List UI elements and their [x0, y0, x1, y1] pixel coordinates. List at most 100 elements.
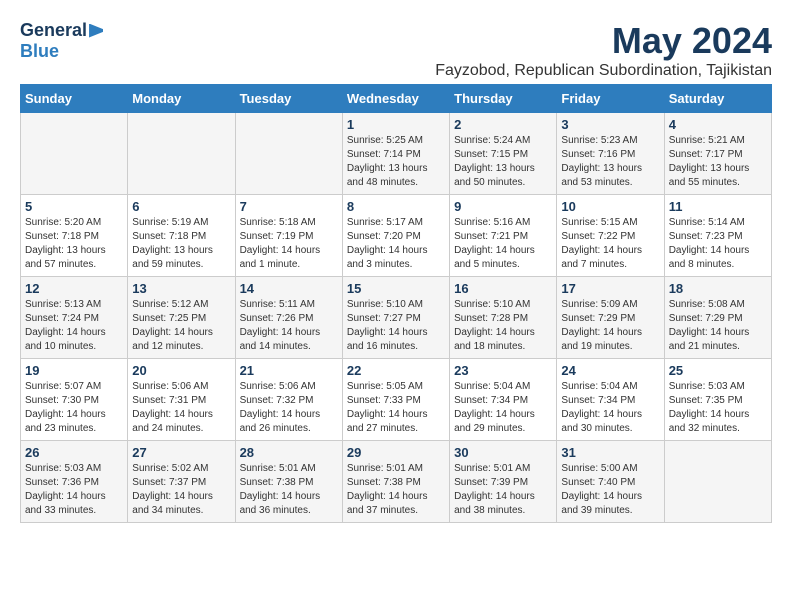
- calendar-cell: 5 Sunrise: 5:20 AM Sunset: 7:18 PM Daylig…: [21, 195, 128, 277]
- calendar-cell: 6Sunrise: 5:19 AM Sunset: 7:18 PM Daylig…: [128, 195, 235, 277]
- day-number: 29: [347, 445, 445, 460]
- day-info: Sunrise: 5:06 AM Sunset: 7:32 PM Dayligh…: [240, 380, 338, 436]
- day-info: Sunrise: 5:14 AM Sunset: 7:23 PM Dayligh…: [669, 216, 767, 272]
- week-row-1: 5 Sunrise: 5:20 AM Sunset: 7:18 PM Daylig…: [21, 195, 772, 277]
- day-info: Sunrise: 5:04 AM Sunset: 7:34 PM Dayligh…: [561, 380, 659, 436]
- header-wednesday: Wednesday: [342, 85, 449, 113]
- logo: General Blue: [20, 20, 103, 62]
- day-info: Sunrise: 5:03 AM Sunset: 7:36 PM Dayligh…: [25, 462, 123, 518]
- day-info: Sunrise: 5:06 AM Sunset: 7:31 PM Dayligh…: [132, 380, 230, 436]
- day-number: 9: [454, 199, 552, 214]
- calendar-cell: 12Sunrise: 5:13 AM Sunset: 7:24 PM Dayli…: [21, 277, 128, 359]
- day-number: 3: [561, 117, 659, 132]
- day-number: 30: [454, 445, 552, 460]
- day-info: Sunrise: 5:13 AM Sunset: 7:24 PM Dayligh…: [25, 298, 123, 354]
- calendar-cell: 17 Sunrise: 5:09 AM Sunset: 7:29 PM Dayli…: [557, 277, 664, 359]
- day-info: Sunrise: 5:00 AM Sunset: 7:40 PM Dayligh…: [561, 462, 659, 518]
- day-info: Sunrise: 5:05 AM Sunset: 7:33 PM Dayligh…: [347, 380, 445, 436]
- calendar-table: SundayMondayTuesdayWednesdayThursdayFrid…: [20, 84, 772, 523]
- day-number: 25: [669, 363, 767, 378]
- logo-blue-text: Blue: [20, 41, 59, 61]
- calendar-cell: 21Sunrise: 5:06 AM Sunset: 7:32 PM Dayli…: [235, 359, 342, 441]
- day-info: Sunrise: 5:11 AM Sunset: 7:26 PM Dayligh…: [240, 298, 338, 354]
- day-number: 10: [561, 199, 659, 214]
- week-row-4: 26 Sunrise: 5:03 AM Sunset: 7:36 PM Dayli…: [21, 441, 772, 523]
- day-number: 11: [669, 199, 767, 214]
- calendar-cell: 19Sunrise: 5:07 AM Sunset: 7:30 PM Dayli…: [21, 359, 128, 441]
- calendar-cell: 4Sunrise: 5:21 AM Sunset: 7:17 PM Daylig…: [664, 113, 771, 195]
- calendar-cell: 26 Sunrise: 5:03 AM Sunset: 7:36 PM Dayli…: [21, 441, 128, 523]
- day-number: 20: [132, 363, 230, 378]
- day-info: Sunrise: 5:01 AM Sunset: 7:38 PM Dayligh…: [240, 462, 338, 518]
- day-number: 31: [561, 445, 659, 460]
- calendar-cell: 8 Sunrise: 5:17 AM Sunset: 7:20 PM Daylig…: [342, 195, 449, 277]
- day-number: 15: [347, 281, 445, 296]
- calendar-cell: 11 Sunrise: 5:14 AM Sunset: 7:23 PM Dayli…: [664, 195, 771, 277]
- subtitle: Fayzobod, Republican Subordination, Taji…: [435, 62, 772, 80]
- day-number: 8: [347, 199, 445, 214]
- day-info: Sunrise: 5:21 AM Sunset: 7:17 PM Dayligh…: [669, 134, 767, 190]
- day-info: Sunrise: 5:17 AM Sunset: 7:20 PM Dayligh…: [347, 216, 445, 272]
- day-number: 2: [454, 117, 552, 132]
- calendar-body: 1 Sunrise: 5:25 AM Sunset: 7:14 PM Daylig…: [21, 113, 772, 523]
- day-number: 1: [347, 117, 445, 132]
- day-number: 14: [240, 281, 338, 296]
- day-info: Sunrise: 5:02 AM Sunset: 7:37 PM Dayligh…: [132, 462, 230, 518]
- day-number: 7: [240, 199, 338, 214]
- day-info: Sunrise: 5:20 AM Sunset: 7:18 PM Dayligh…: [25, 216, 123, 272]
- calendar-cell: 14 Sunrise: 5:11 AM Sunset: 7:26 PM Dayli…: [235, 277, 342, 359]
- header-friday: Friday: [557, 85, 664, 113]
- header-monday: Monday: [128, 85, 235, 113]
- calendar-cell: 13 Sunrise: 5:12 AM Sunset: 7:25 PM Dayli…: [128, 277, 235, 359]
- day-number: 28: [240, 445, 338, 460]
- day-number: 5: [25, 199, 123, 214]
- header-thursday: Thursday: [450, 85, 557, 113]
- day-info: Sunrise: 5:01 AM Sunset: 7:39 PM Dayligh…: [454, 462, 552, 518]
- day-info: Sunrise: 5:03 AM Sunset: 7:35 PM Dayligh…: [669, 380, 767, 436]
- day-info: Sunrise: 5:24 AM Sunset: 7:15 PM Dayligh…: [454, 134, 552, 190]
- calendar-cell: 28 Sunrise: 5:01 AM Sunset: 7:38 PM Dayli…: [235, 441, 342, 523]
- day-number: 13: [132, 281, 230, 296]
- calendar-cell: 24 Sunrise: 5:04 AM Sunset: 7:34 PM Dayli…: [557, 359, 664, 441]
- calendar-cell: 25 Sunrise: 5:03 AM Sunset: 7:35 PM Dayli…: [664, 359, 771, 441]
- day-number: 17: [561, 281, 659, 296]
- day-info: Sunrise: 5:25 AM Sunset: 7:14 PM Dayligh…: [347, 134, 445, 190]
- header-saturday: Saturday: [664, 85, 771, 113]
- title-area: May 2024 Fayzobod, Republican Subordinat…: [435, 20, 772, 80]
- day-info: Sunrise: 5:16 AM Sunset: 7:21 PM Dayligh…: [454, 216, 552, 272]
- day-info: Sunrise: 5:10 AM Sunset: 7:27 PM Dayligh…: [347, 298, 445, 354]
- calendar-cell: 1 Sunrise: 5:25 AM Sunset: 7:14 PM Daylig…: [342, 113, 449, 195]
- day-number: 26: [25, 445, 123, 460]
- logo-icon: [89, 24, 103, 38]
- day-info: Sunrise: 5:09 AM Sunset: 7:29 PM Dayligh…: [561, 298, 659, 354]
- day-info: Sunrise: 5:23 AM Sunset: 7:16 PM Dayligh…: [561, 134, 659, 190]
- calendar-cell: [235, 113, 342, 195]
- calendar-cell: 20 Sunrise: 5:06 AM Sunset: 7:31 PM Dayli…: [128, 359, 235, 441]
- day-info: Sunrise: 5:15 AM Sunset: 7:22 PM Dayligh…: [561, 216, 659, 272]
- calendar-cell: 30 Sunrise: 5:01 AM Sunset: 7:39 PM Dayli…: [450, 441, 557, 523]
- day-number: 22: [347, 363, 445, 378]
- calendar-cell: 7 Sunrise: 5:18 AM Sunset: 7:19 PM Daylig…: [235, 195, 342, 277]
- calendar-cell: 10 Sunrise: 5:15 AM Sunset: 7:22 PM Dayli…: [557, 195, 664, 277]
- calendar-cell: 3 Sunrise: 5:23 AM Sunset: 7:16 PM Daylig…: [557, 113, 664, 195]
- day-info: Sunrise: 5:18 AM Sunset: 7:19 PM Dayligh…: [240, 216, 338, 272]
- calendar-cell: 15 Sunrise: 5:10 AM Sunset: 7:27 PM Dayli…: [342, 277, 449, 359]
- day-info: Sunrise: 5:01 AM Sunset: 7:38 PM Dayligh…: [347, 462, 445, 518]
- day-number: 23: [454, 363, 552, 378]
- day-number: 24: [561, 363, 659, 378]
- calendar-cell: 18Sunrise: 5:08 AM Sunset: 7:29 PM Dayli…: [664, 277, 771, 359]
- calendar-cell: 27Sunrise: 5:02 AM Sunset: 7:37 PM Dayli…: [128, 441, 235, 523]
- calendar-cell: 16Sunrise: 5:10 AM Sunset: 7:28 PM Dayli…: [450, 277, 557, 359]
- week-row-3: 19Sunrise: 5:07 AM Sunset: 7:30 PM Dayli…: [21, 359, 772, 441]
- calendar-cell: [664, 441, 771, 523]
- day-info: Sunrise: 5:12 AM Sunset: 7:25 PM Dayligh…: [132, 298, 230, 354]
- calendar-cell: [21, 113, 128, 195]
- day-info: Sunrise: 5:04 AM Sunset: 7:34 PM Dayligh…: [454, 380, 552, 436]
- header-row: SundayMondayTuesdayWednesdayThursdayFrid…: [21, 85, 772, 113]
- day-info: Sunrise: 5:08 AM Sunset: 7:29 PM Dayligh…: [669, 298, 767, 354]
- calendar-cell: 2 Sunrise: 5:24 AM Sunset: 7:15 PM Daylig…: [450, 113, 557, 195]
- calendar-cell: 29 Sunrise: 5:01 AM Sunset: 7:38 PM Dayli…: [342, 441, 449, 523]
- main-title: May 2024: [435, 20, 772, 62]
- calendar-cell: 23 Sunrise: 5:04 AM Sunset: 7:34 PM Dayli…: [450, 359, 557, 441]
- logo-general-text: General: [20, 20, 87, 41]
